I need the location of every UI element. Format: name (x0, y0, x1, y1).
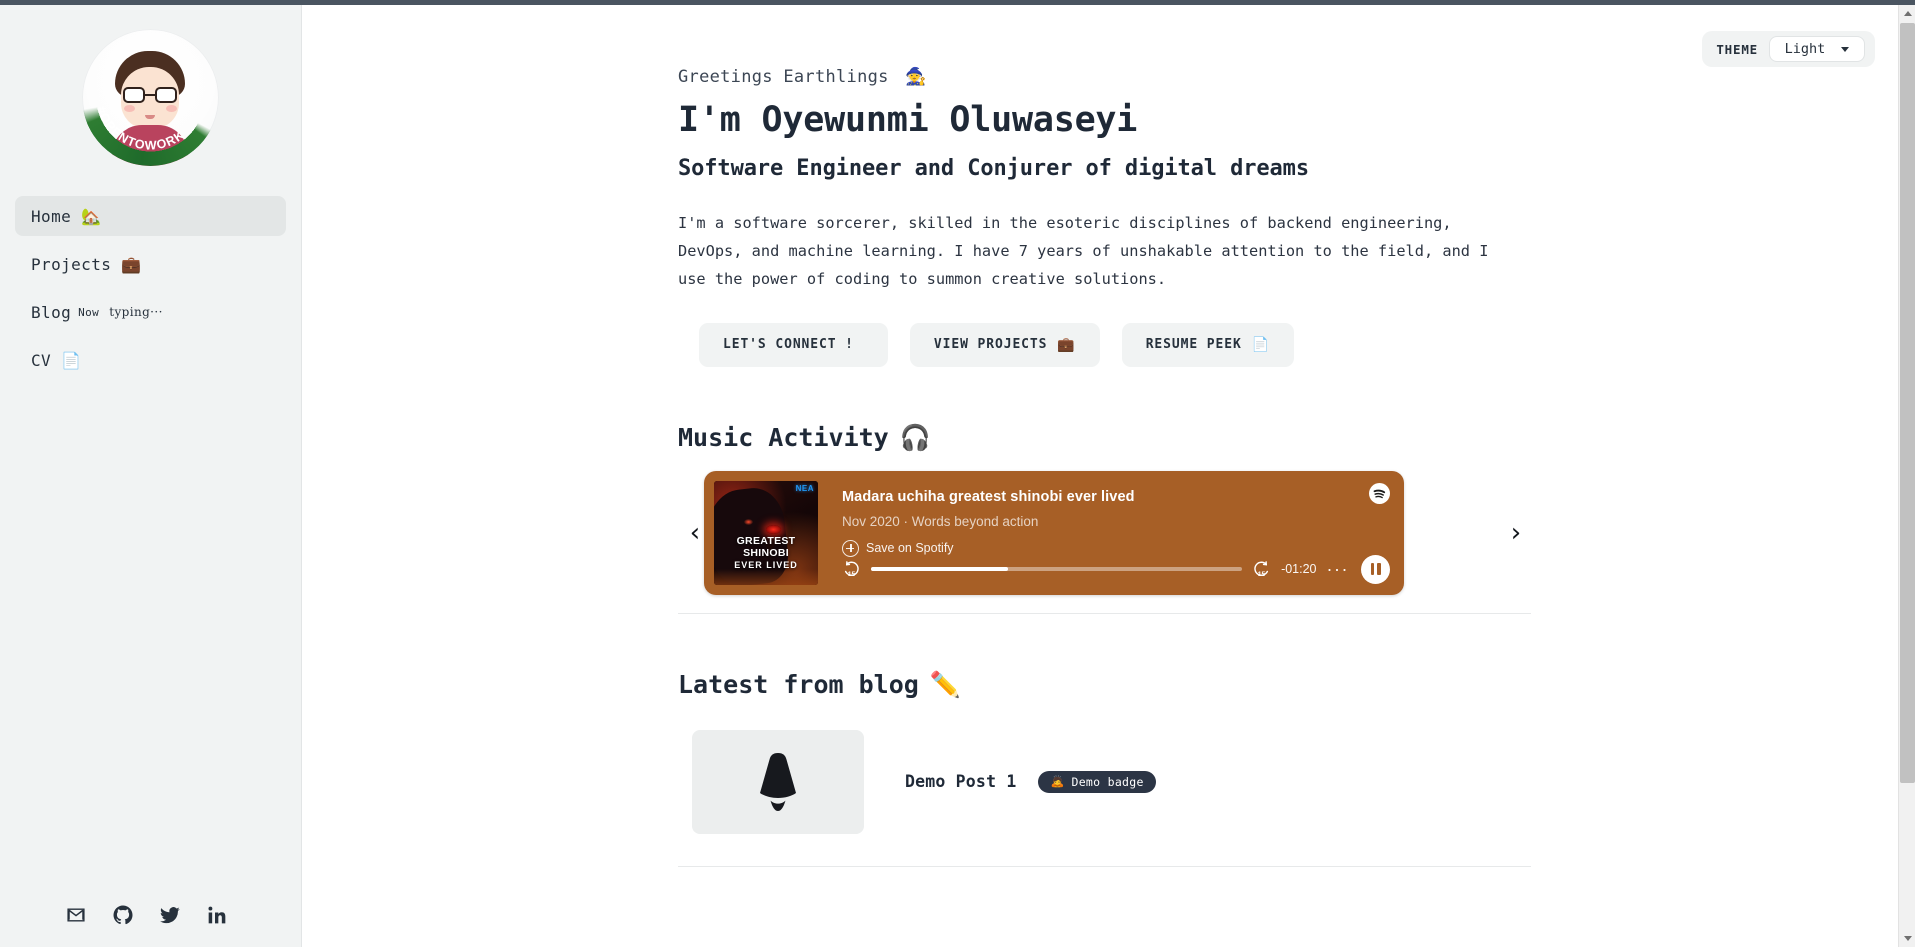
bottom-divider (678, 865, 1531, 867)
chevron-left-icon: ‹ (689, 517, 701, 548)
album-art-line2: EVER LIVED (734, 559, 798, 570)
astro-rocket-icon (760, 752, 796, 811)
greeting-line: Greetings Earthlings 🧙 (678, 67, 1531, 87)
scrollbar-up-arrow[interactable] (1899, 5, 1915, 22)
person-bowing-icon: 🙇 (1050, 775, 1065, 789)
page-root: #OPENTOWORK Home 🏡 Projects 💼 Blog Now t… (0, 5, 1898, 947)
chevron-right-icon: › (1510, 517, 1522, 548)
sidebar-item-label: Home (31, 206, 72, 226)
bio-paragraph: I'm a software sorcerer, skilled in the … (678, 213, 1489, 288)
avatar: #OPENTOWORK (82, 29, 219, 166)
album-art-corner-tag: NEA (795, 483, 814, 493)
open-to-work-text: #OPENTOWORK (94, 105, 186, 153)
theme-switcher: THEME Light (1702, 31, 1875, 67)
player-controls: 15 15 -01:20 ··· (842, 554, 1390, 584)
sidebar-item-home[interactable]: Home 🏡 (15, 196, 286, 236)
headphones-icon: 🎧 (899, 422, 931, 452)
blog-heading: Latest from blog ✏️ (678, 670, 1531, 700)
save-on-spotify-label: Save on Spotify (866, 541, 954, 556)
cta-button-row: LET'S CONNECT ! VIEW PROJECTS 💼 RESUME P… (699, 322, 1531, 367)
briefcase-icon: 💼 (1057, 336, 1076, 353)
pencil-icon: ✏️ (929, 669, 961, 699)
document-icon: 📄 (1251, 336, 1271, 353)
more-options-icon[interactable]: ··· (1327, 560, 1349, 578)
page-title: I'm Oyewunmi Oluwaseyi (678, 100, 1138, 140)
track-info: Madara uchiha greatest shinobi ever live… (828, 471, 1404, 595)
house-icon: 🏡 (81, 206, 102, 226)
album-art-line1: GREATEST SHINOBI (736, 534, 796, 559)
sidebar-nav: Home 🏡 Projects 💼 Blog Now typing··· CV … (0, 196, 301, 380)
cta-label: LET'S CONNECT ! (723, 337, 854, 353)
music-activity-heading-text: Music Activity (678, 423, 889, 453)
status-badge: 🙇 Demo badge (1038, 770, 1156, 793)
main-content: THEME Light Greetings Earthlings 🧙 I'm O… (302, 5, 1898, 947)
time-remaining: -01:20 (1281, 562, 1317, 577)
greeting-text: Greetings Earthlings (678, 67, 889, 87)
sidebar-item-label: CV (31, 350, 52, 370)
linkedin-icon[interactable] (207, 905, 227, 925)
content-column: Greetings Earthlings 🧙 I'm Oyewunmi Oluw… (678, 5, 1531, 867)
sidebar-item-label: Blog (31, 302, 72, 322)
progress-slider[interactable] (871, 567, 1243, 572)
spotify-now-playing-card[interactable]: NEA GREATEST SHINOBI EVER LIVED Madara u… (704, 470, 1404, 595)
blog-thumbnail[interactable] (692, 729, 864, 834)
album-art-title: GREATEST SHINOBI EVER LIVED (714, 535, 818, 571)
track-subtitle: Nov 2020 · Words beyond action (842, 513, 1039, 529)
section-divider (678, 612, 1531, 614)
blog-heading-text: Latest from blog (678, 670, 919, 700)
lets-connect-button[interactable]: LET'S CONNECT ! (699, 322, 888, 367)
sidebar-item-blog-typing-note: typing··· (109, 305, 163, 319)
github-icon[interactable] (113, 905, 133, 925)
pause-button[interactable] (1361, 554, 1390, 584)
status-badge-label: Demo badge (1071, 774, 1144, 789)
view-projects-button[interactable]: VIEW PROJECTS 💼 (909, 322, 1100, 367)
scrollbar-thumb[interactable] (1900, 23, 1915, 783)
blog-post-meta: Demo Post 1 🙇 Demo badge (905, 770, 1156, 793)
album-art: NEA GREATEST SHINOBI EVER LIVED (714, 480, 818, 585)
cta-label: VIEW PROJECTS (933, 337, 1048, 353)
sidebar-item-cv[interactable]: CV 📄 (15, 340, 286, 380)
page-subtitle: Software Engineer and Conjurer of digita… (678, 155, 1309, 181)
music-activity-heading: Music Activity 🎧 (678, 423, 1531, 453)
blog-post-title[interactable]: Demo Post 1 (905, 772, 1016, 791)
scrollbar-down-arrow[interactable] (1899, 930, 1915, 947)
carousel-next-button[interactable]: › (1503, 516, 1529, 550)
skip-forward-15-icon[interactable]: 15 (1252, 560, 1271, 579)
svg-text:15: 15 (848, 571, 856, 578)
chevron-down-icon (1841, 46, 1850, 52)
resume-peek-button[interactable]: RESUME PEEK 📄 (1121, 322, 1295, 367)
sidebar-item-blog-now-superscript: Now (78, 305, 100, 319)
track-title: Madara uchiha greatest shinobi ever live… (842, 488, 1135, 505)
twitter-icon[interactable] (160, 905, 180, 925)
sidebar-item-blog[interactable]: Blog Now typing··· (15, 292, 286, 332)
sidebar-item-projects[interactable]: Projects 💼 (15, 244, 286, 284)
theme-select[interactable]: Light (1769, 36, 1865, 62)
social-links (66, 905, 227, 925)
vertical-scrollbar[interactable] (1898, 5, 1915, 947)
sidebar: #OPENTOWORK Home 🏡 Projects 💼 Blog Now t… (0, 5, 302, 947)
spotify-icon[interactable] (1369, 482, 1390, 504)
blog-list-item[interactable]: Demo Post 1 🙇 Demo badge (692, 729, 1531, 834)
svg-text:#OPENTOWORK: #OPENTOWORK (94, 105, 188, 153)
theme-select-value: Light (1784, 41, 1826, 57)
sidebar-item-label: Projects (31, 254, 112, 274)
skip-back-15-icon[interactable]: 15 (842, 560, 861, 579)
theme-label: THEME (1716, 41, 1758, 57)
progress-fill (871, 567, 1009, 572)
wizard-icon: 🧙 (905, 67, 927, 87)
gmail-icon[interactable] (66, 905, 86, 925)
open-to-work-label: #OPENTOWORK (82, 29, 219, 166)
briefcase-icon: 💼 (121, 254, 142, 274)
svg-text:15: 15 (1258, 571, 1266, 578)
document-icon: 📄 (61, 350, 82, 370)
music-carousel: ‹ NEA GREATEST SHINOBI EVER LIVED Madara… (678, 470, 1531, 595)
cta-label: RESUME PEEK (1145, 337, 1242, 353)
